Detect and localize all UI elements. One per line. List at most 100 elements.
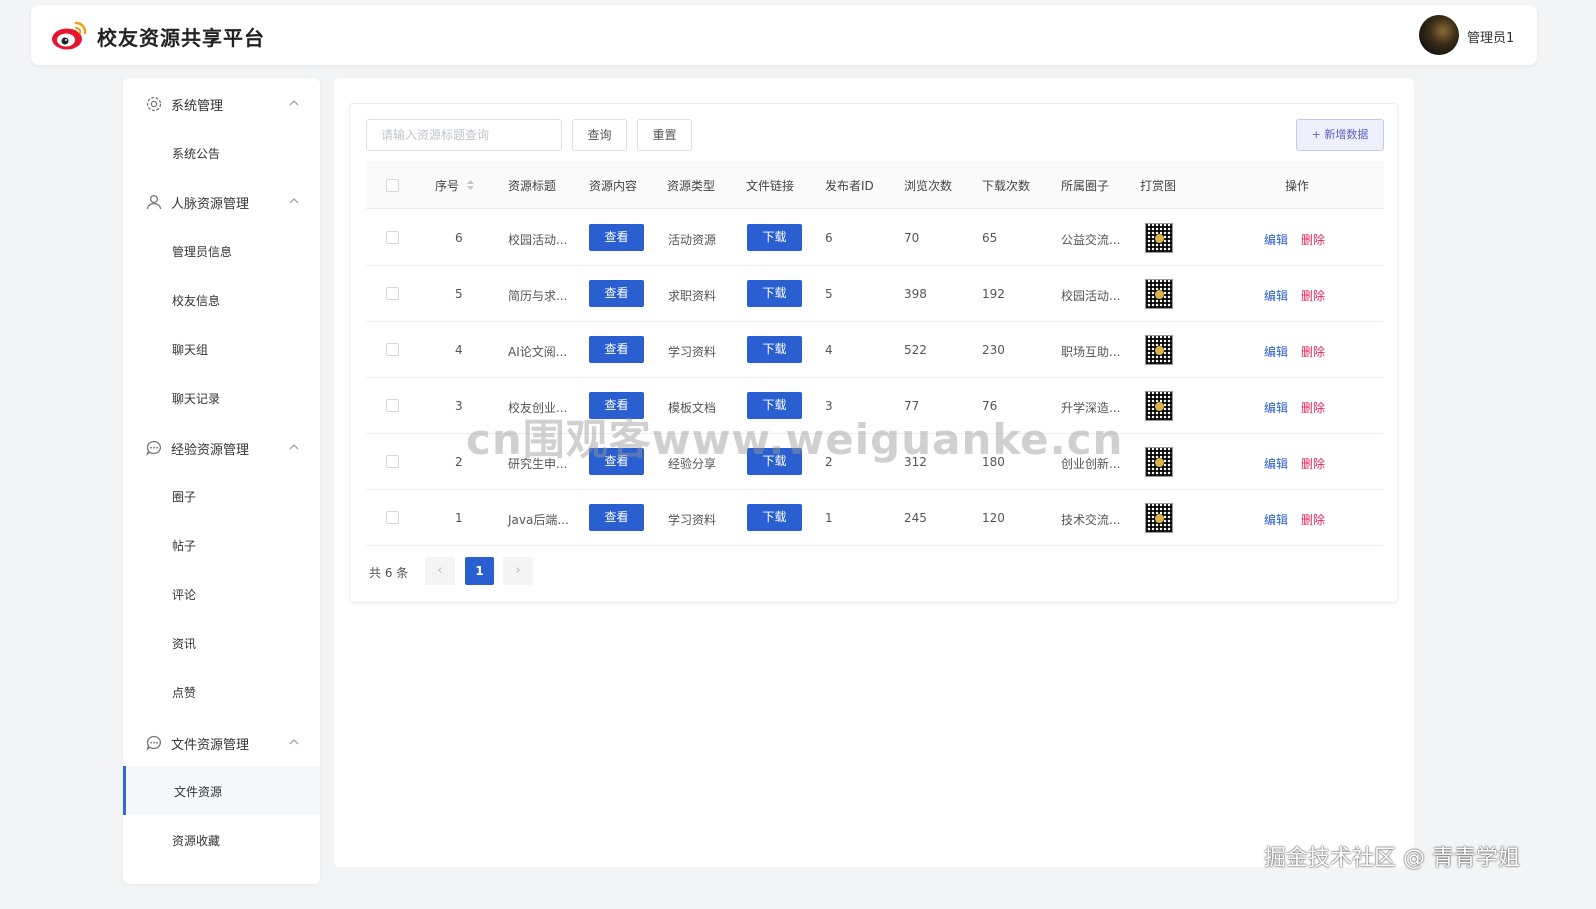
next-page-button[interactable]: › bbox=[503, 557, 533, 585]
reset-button[interactable]: 重置 bbox=[637, 119, 692, 151]
view-content-button[interactable]: 查看 bbox=[589, 224, 644, 251]
sort-icon[interactable] bbox=[466, 178, 475, 192]
total-count: 共 6 条 bbox=[369, 566, 409, 580]
delete-link[interactable]: 删除 bbox=[1301, 399, 1325, 416]
add-data-button[interactable]: + 新增数据 bbox=[1296, 119, 1384, 151]
download-button[interactable]: 下载 bbox=[747, 224, 802, 251]
column-header: 文件链接 bbox=[746, 179, 795, 193]
cell-title: AI论文阅... bbox=[508, 345, 568, 359]
view-content-button[interactable]: 查看 bbox=[589, 280, 644, 307]
table-row: 6 校园活动... 查看 活动资源 下载 6 70 65 公益交流... 编辑 删除 bbox=[366, 210, 1384, 266]
prev-page-button[interactable]: ‹ bbox=[425, 557, 455, 585]
reward-qr-image[interactable] bbox=[1145, 335, 1173, 365]
cell-no: 1 bbox=[455, 511, 463, 525]
menu-group-experience[interactable]: 经验资源管理 bbox=[123, 428, 320, 468]
column-header: 所属圈子 bbox=[1061, 179, 1110, 193]
row-checkbox[interactable] bbox=[386, 399, 399, 412]
edit-link[interactable]: 编辑 bbox=[1264, 287, 1288, 304]
weibo-logo-icon[interactable] bbox=[51, 19, 89, 51]
reward-qr-image[interactable] bbox=[1145, 223, 1173, 253]
delete-link[interactable]: 删除 bbox=[1301, 287, 1325, 304]
sidebar-item-file-resources[interactable]: 文件资源 bbox=[123, 766, 320, 815]
cell-publisher-id: 6 bbox=[825, 231, 833, 245]
reward-qr-image[interactable] bbox=[1145, 391, 1173, 421]
row-checkbox[interactable] bbox=[386, 511, 399, 524]
credit-watermark: 掘金技术社区 @ 青青学姐 bbox=[1264, 846, 1520, 871]
view-content-button[interactable]: 查看 bbox=[589, 336, 644, 363]
sidebar-item-label: 系统公告 bbox=[172, 147, 221, 161]
chevron-up-icon bbox=[289, 444, 299, 450]
menu-group-files[interactable]: 文件资源管理 bbox=[123, 723, 320, 763]
sidebar-item-alumni-info[interactable]: 校友信息 bbox=[123, 275, 320, 324]
menu-group-label: 人脉资源管理 bbox=[171, 197, 250, 212]
cell-views: 70 bbox=[904, 231, 920, 245]
delete-link[interactable]: 删除 bbox=[1301, 511, 1325, 528]
gear-icon bbox=[146, 96, 162, 112]
column-header: 发布者ID bbox=[825, 179, 874, 193]
menu-group-label: 系统管理 bbox=[171, 99, 224, 114]
top-header: 校友资源共享平台 管理员1 bbox=[31, 5, 1537, 65]
qr-center-mark bbox=[1155, 402, 1164, 411]
sidebar-item-posts[interactable]: 帖子 bbox=[123, 520, 320, 569]
cell-no: 2 bbox=[455, 455, 463, 469]
column-header: 浏览次数 bbox=[904, 179, 953, 193]
row-checkbox[interactable] bbox=[386, 455, 399, 468]
page-number-button[interactable]: 1 bbox=[465, 557, 494, 585]
sidebar-item-comments[interactable]: 评论 bbox=[123, 569, 320, 618]
qr-center-mark bbox=[1155, 514, 1164, 523]
table-row: 1 Java后端... 查看 学习资料 下载 1 245 120 技术交流... 编辑 删除 bbox=[366, 490, 1384, 546]
chevron-up-icon bbox=[289, 198, 299, 204]
view-content-button[interactable]: 查看 bbox=[589, 504, 644, 531]
download-button[interactable]: 下载 bbox=[747, 336, 802, 363]
delete-link[interactable]: 删除 bbox=[1301, 343, 1325, 360]
delete-link[interactable]: 删除 bbox=[1301, 231, 1325, 248]
search-input[interactable] bbox=[366, 119, 562, 151]
row-checkbox[interactable] bbox=[386, 343, 399, 356]
sidebar-item-label: 聊天记录 bbox=[172, 392, 221, 406]
cell-downloads: 120 bbox=[982, 511, 1005, 525]
cell-circle: 校园活动... bbox=[1061, 289, 1121, 303]
edit-link[interactable]: 编辑 bbox=[1264, 343, 1288, 360]
row-checkbox[interactable] bbox=[386, 231, 399, 244]
reward-qr-image[interactable] bbox=[1145, 447, 1173, 477]
column-header: 资源内容 bbox=[589, 179, 638, 193]
table-header: 序号 资源标题 资源内容 资源类型 文件链接 发布者ID 浏览次数 下载次数 所… bbox=[366, 161, 1384, 209]
chat-bubble-icon bbox=[146, 735, 162, 751]
download-button[interactable]: 下载 bbox=[747, 280, 802, 307]
user-name[interactable]: 管理员1 bbox=[1467, 27, 1514, 46]
qr-center-mark bbox=[1155, 346, 1164, 355]
cell-type: 学习资料 bbox=[668, 513, 717, 527]
column-header[interactable]: 序号 bbox=[435, 177, 459, 194]
sidebar-item-label: 资讯 bbox=[172, 637, 197, 651]
cell-views: 398 bbox=[904, 287, 927, 301]
menu-group-contacts[interactable]: 人脉资源管理 bbox=[123, 182, 320, 222]
menu-group-system[interactable]: 系统管理 bbox=[123, 84, 320, 124]
menu-group-label: 经验资源管理 bbox=[171, 443, 250, 458]
select-all-checkbox[interactable] bbox=[386, 179, 399, 192]
sidebar-item-news[interactable]: 资讯 bbox=[123, 618, 320, 667]
delete-link[interactable]: 删除 bbox=[1301, 455, 1325, 472]
cell-type: 求职资料 bbox=[668, 289, 717, 303]
reward-qr-image[interactable] bbox=[1145, 503, 1173, 533]
sidebar-item-announcements[interactable]: 系统公告 bbox=[123, 128, 320, 177]
sidebar-item-resource-favorites[interactable]: 资源收藏 bbox=[123, 815, 320, 864]
resource-panel: 查询 重置 + 新增数据 序号 资源标题 资源内容 资源类型 文件链接 发布者I… bbox=[349, 103, 1398, 603]
row-checkbox[interactable] bbox=[386, 287, 399, 300]
reward-qr-image[interactable] bbox=[1145, 279, 1173, 309]
cell-title: Java后端... bbox=[508, 513, 569, 527]
sidebar-item-circles[interactable]: 圈子 bbox=[123, 471, 320, 520]
edit-link[interactable]: 编辑 bbox=[1264, 231, 1288, 248]
query-button[interactable]: 查询 bbox=[572, 119, 627, 151]
edit-link[interactable]: 编辑 bbox=[1264, 511, 1288, 528]
sidebar-item-likes[interactable]: 点赞 bbox=[123, 667, 320, 716]
download-button[interactable]: 下载 bbox=[747, 504, 802, 531]
sidebar-item-chat-groups[interactable]: 聊天组 bbox=[123, 324, 320, 373]
cell-downloads: 192 bbox=[982, 287, 1005, 301]
edit-link[interactable]: 编辑 bbox=[1264, 455, 1288, 472]
menu-group-label: 文件资源管理 bbox=[171, 738, 250, 753]
edit-link[interactable]: 编辑 bbox=[1264, 399, 1288, 416]
sidebar-item-chat-records[interactable]: 聊天记录 bbox=[123, 373, 320, 422]
avatar[interactable] bbox=[1419, 15, 1459, 55]
sidebar-item-admin-info[interactable]: 管理员信息 bbox=[123, 226, 320, 275]
app-title: 校友资源共享平台 bbox=[97, 26, 265, 50]
